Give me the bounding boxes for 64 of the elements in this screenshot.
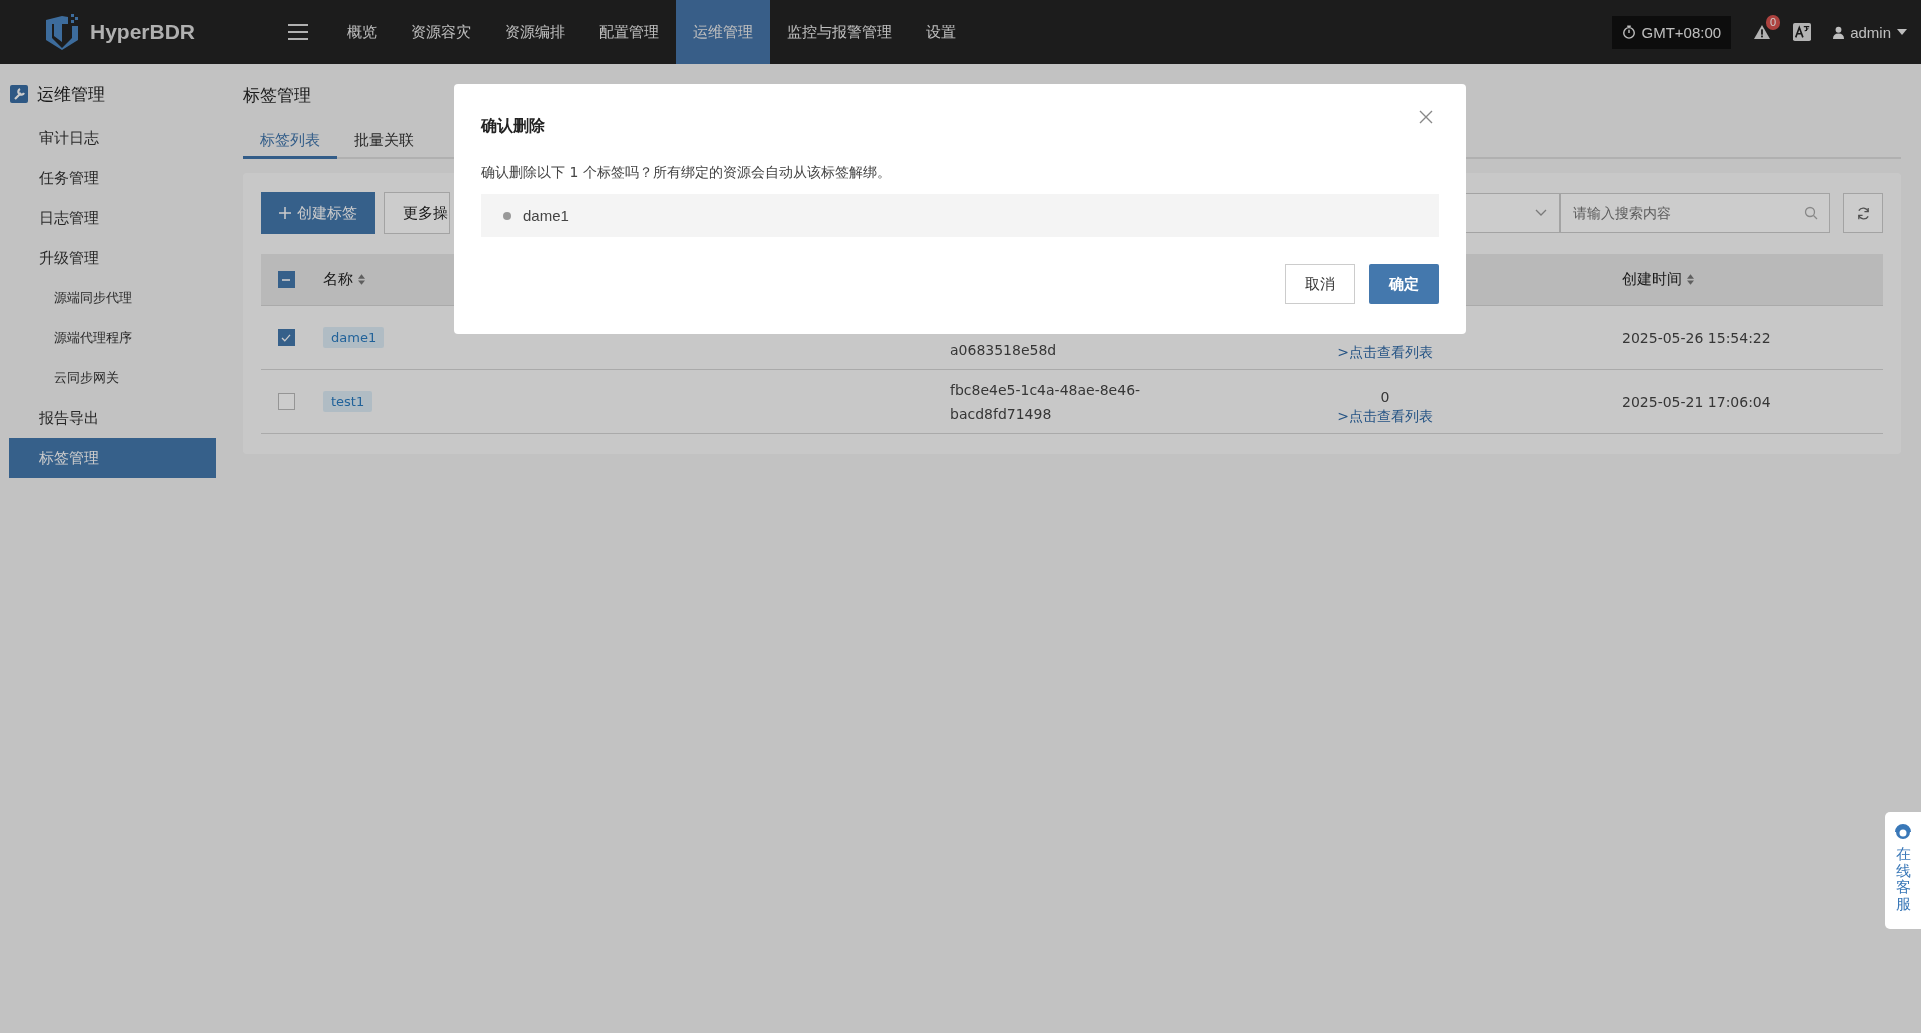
- sort-icon[interactable]: [1687, 274, 1694, 285]
- sidebar-subitem[interactable]: 源端同步代理: [9, 278, 216, 318]
- minus-icon: [282, 278, 290, 281]
- nav-item[interactable]: 概览: [330, 0, 394, 64]
- sidebar-item[interactable]: 标签管理: [9, 438, 216, 478]
- user-icon: [1833, 25, 1845, 39]
- translate-icon[interactable]: [1793, 23, 1812, 41]
- user-menu[interactable]: admin: [1833, 23, 1907, 41]
- more-actions-button[interactable]: 更多操: [384, 192, 450, 234]
- checkmark-icon: [281, 333, 291, 342]
- bullet-icon: [503, 211, 511, 220]
- table-cell-text: a0683518e58d: [950, 340, 1058, 360]
- nav-item[interactable]: 配置管理: [582, 0, 676, 64]
- create-tag-button[interactable]: 创建标签: [261, 192, 375, 234]
- nav-item[interactable]: 设置: [909, 0, 973, 64]
- warning-icon[interactable]: [1753, 24, 1772, 40]
- tag-name: dame1: [523, 207, 569, 224]
- sidebar-item[interactable]: 升级管理: [9, 238, 216, 278]
- search-field[interactable]: 请输入搜索内容: [1560, 193, 1830, 233]
- table-cell-text: fbc8e4e5-1c4a-48ae-8e46-bacd8fd71498: [950, 380, 1142, 424]
- clock-icon: [1621, 25, 1636, 39]
- sort-icon[interactable]: [358, 274, 365, 285]
- timezone-button[interactable]: GMT+08:00: [1611, 15, 1732, 49]
- sidebar-item[interactable]: 审计日志: [9, 118, 216, 158]
- row-checkbox[interactable]: [277, 393, 295, 410]
- sidebar-subitem[interactable]: 源端代理程序: [9, 318, 216, 358]
- nav-item[interactable]: 监控与报警管理: [770, 0, 909, 64]
- nav-item[interactable]: 资源编排: [488, 0, 582, 64]
- table-cell: 0: [1380, 388, 1390, 405]
- sidebar-item[interactable]: 日志管理: [9, 198, 216, 238]
- sidebar-title: 运维管理: [37, 82, 105, 106]
- nav-item[interactable]: 资源容灾: [394, 0, 488, 64]
- row-checkbox[interactable]: [277, 329, 295, 346]
- nav-item[interactable]: 运维管理: [676, 0, 770, 64]
- cancel-button[interactable]: 取消: [1285, 264, 1355, 304]
- chevron-down-icon: [1535, 209, 1547, 217]
- refresh-icon: [1855, 205, 1871, 221]
- logo-text: HyperBDR: [90, 20, 196, 44]
- search-icon: [1804, 206, 1818, 220]
- dialog-message: 确认删除以下 1 个标签吗？所有绑定的资源会自动从该标签解绑。: [481, 164, 892, 182]
- table-cell: 2025-05-21 17:06:04: [1622, 393, 1771, 410]
- tab[interactable]: 标签列表: [243, 131, 337, 159]
- table-cell: 2025-05-26 15:54:22: [1622, 329, 1771, 346]
- sidebar-subitem[interactable]: 云同步网关: [9, 358, 216, 398]
- tab[interactable]: 批量关联: [337, 131, 431, 159]
- caret-icon: [1897, 29, 1907, 35]
- wrench-icon: [10, 85, 28, 103]
- column-header[interactable]: 创建时间: [1622, 270, 1682, 289]
- plus-icon: [279, 207, 291, 219]
- confirm-button[interactable]: 确定: [1369, 264, 1439, 304]
- select-all-checkbox[interactable]: [277, 271, 295, 288]
- refresh-button[interactable]: [1843, 193, 1883, 233]
- view-list-link[interactable]: >点击查看列表: [1337, 343, 1433, 362]
- column-header[interactable]: 名称: [323, 270, 353, 289]
- headset-icon: [1893, 822, 1913, 842]
- alert-count-badge: 0: [1766, 15, 1781, 30]
- page-title: 标签管理: [243, 84, 312, 107]
- sidebar-item[interactable]: 报告导出: [9, 398, 216, 438]
- online-support-widget[interactable]: 在线客服: [1885, 812, 1921, 929]
- menu-icon[interactable]: [288, 24, 308, 40]
- view-list-link[interactable]: >点击查看列表: [1337, 407, 1433, 426]
- close-icon[interactable]: [1419, 110, 1433, 124]
- sidebar-item[interactable]: 任务管理: [9, 158, 216, 198]
- dialog-title: 确认删除: [481, 115, 545, 137]
